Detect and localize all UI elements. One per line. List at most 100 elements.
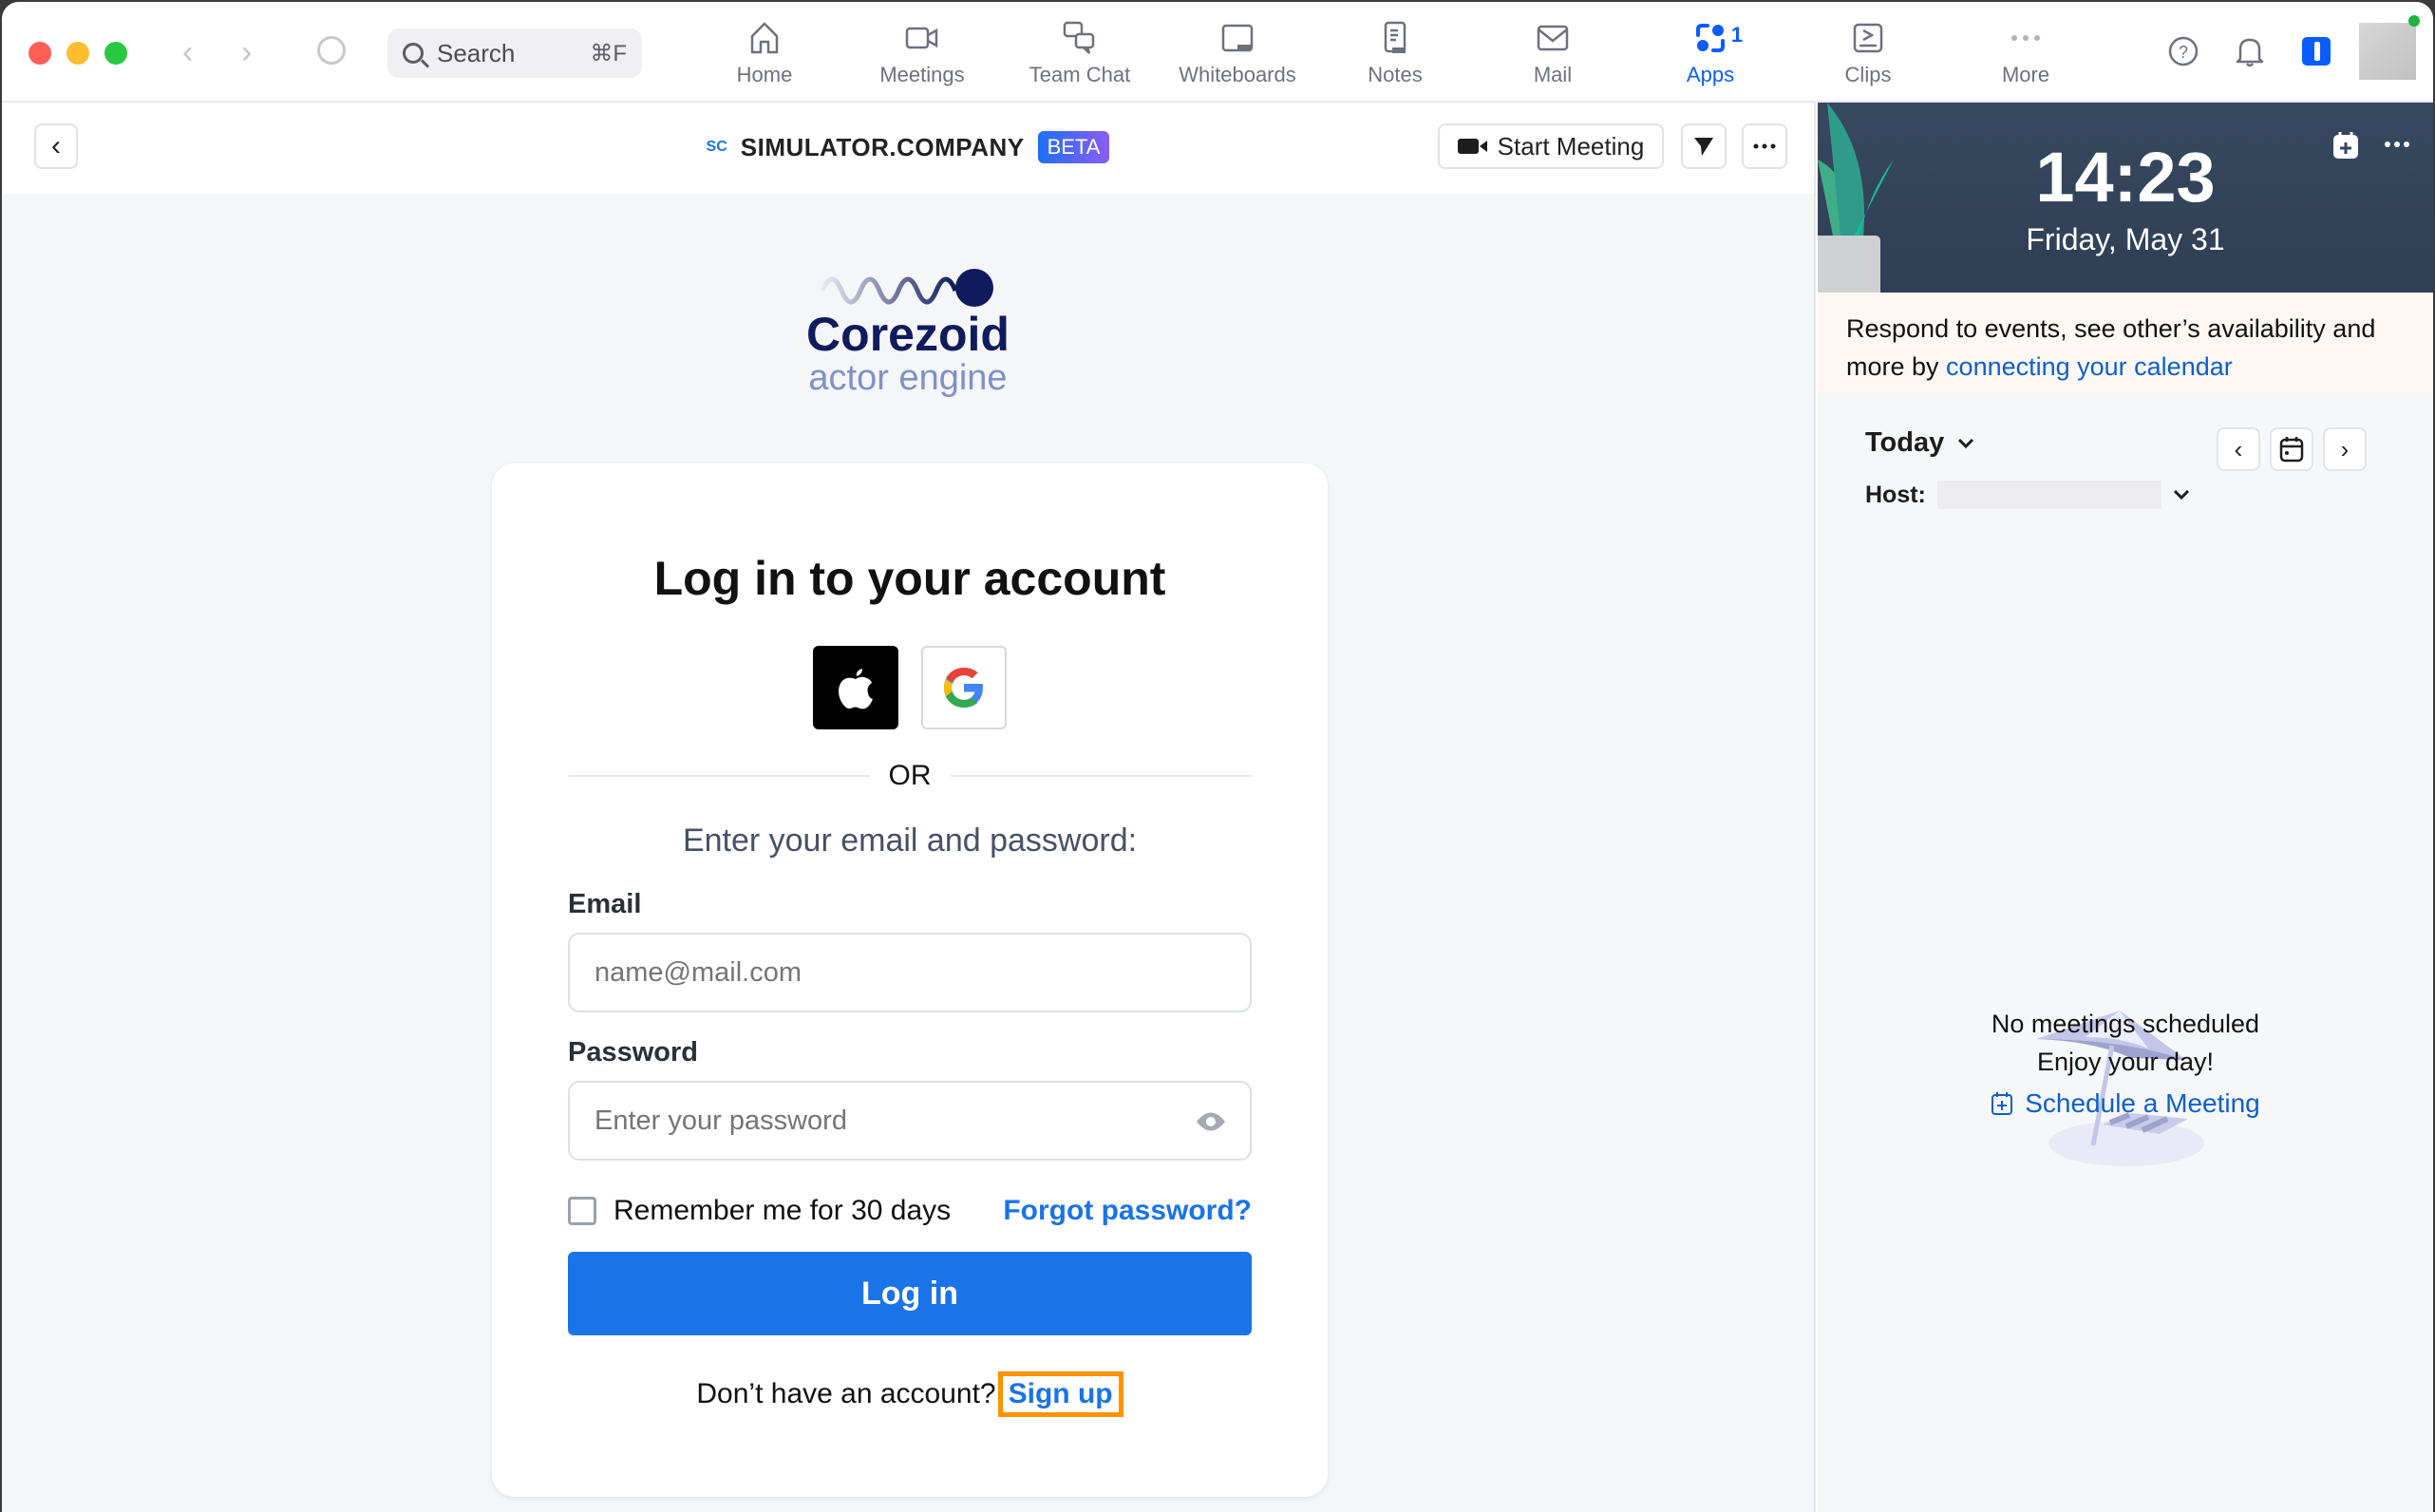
chevron-left-icon: ‹	[2234, 434, 2243, 463]
minimize-window-button[interactable]	[66, 42, 89, 65]
clips-icon	[1849, 19, 1887, 57]
sidebar-toggle-button[interactable]	[2283, 36, 2350, 66]
nav-label: Whiteboards	[1179, 63, 1296, 86]
company-name: SIMULATOR.COMPANY	[740, 132, 1025, 161]
or-label: OR	[888, 760, 932, 791]
close-window-button[interactable]	[28, 42, 51, 65]
send-arrow-icon	[1694, 138, 1713, 156]
nav-clips[interactable]: Clips	[1789, 2, 1947, 101]
svg-text:?: ?	[2179, 43, 2188, 62]
nav-label: Meetings	[879, 63, 965, 86]
nav-team-chat[interactable]: Team Chat	[1001, 2, 1159, 101]
main-nav: Home Meetings Team Chat Whiteboards Note…	[686, 2, 2105, 101]
current-date: Friday, May 31	[2026, 222, 2225, 256]
remember-me[interactable]: Remember me for 30 days	[568, 1195, 951, 1227]
calendar-navigation: ‹ ›	[2217, 427, 2367, 471]
apple-icon	[839, 669, 873, 709]
nav-notes[interactable]: Notes	[1316, 2, 1474, 101]
start-meeting-label: Start Meeting	[1497, 131, 1645, 161]
whiteboard-icon	[1218, 19, 1256, 57]
user-avatar[interactable]	[2359, 15, 2420, 80]
host-label: Host:	[1865, 481, 1926, 508]
help-icon: ?	[2168, 36, 2199, 66]
help-button[interactable]: ?	[2150, 35, 2217, 67]
empty-message: No meetings scheduled	[1991, 1010, 2260, 1038]
date-picker-button[interactable]	[2270, 427, 2313, 471]
share-button[interactable]	[1681, 123, 1727, 169]
company-initials: SC	[706, 139, 727, 155]
login-title: Log in to your account	[653, 552, 1166, 605]
sidebar-panel-icon	[2302, 37, 2331, 66]
search-field[interactable]: Search ⌘F	[387, 28, 642, 78]
remember-label: Remember me for 30 days	[613, 1195, 952, 1226]
nav-label: Mail	[1533, 63, 1573, 86]
password-field	[568, 1081, 1252, 1161]
beta-badge: BETA	[1037, 131, 1110, 163]
remember-checkbox[interactable]	[568, 1197, 596, 1225]
nav-label: Team Chat	[1029, 63, 1131, 86]
zoom-window: ‹ › Search ⌘F Home Meetings Team Chat Wh…	[2, 2, 2433, 1512]
nav-label: Clips	[1844, 63, 1892, 86]
login-subtitle: Enter your email and password:	[682, 822, 1138, 859]
nav-label: Apps	[1686, 63, 1735, 86]
more-dots-icon	[1753, 143, 1776, 149]
online-status-dot	[2408, 15, 2420, 27]
corezoid-logo: Corezoid actor engine	[2, 262, 1814, 397]
video-icon	[903, 19, 941, 57]
search-icon	[403, 43, 424, 64]
more-options-button[interactable]	[1742, 123, 1787, 169]
chevron-right-icon: ›	[2340, 434, 2350, 463]
notifications-button[interactable]	[2217, 34, 2283, 68]
nav-meetings[interactable]: Meetings	[843, 2, 1001, 101]
view-label: Today	[1865, 427, 1945, 458]
window-controls	[28, 42, 127, 65]
previous-day-button[interactable]: ‹	[2217, 427, 2260, 471]
start-meeting-button[interactable]: Start Meeting	[1438, 123, 1664, 169]
apple-login-button[interactable]	[813, 646, 898, 729]
password-input[interactable]	[570, 1083, 1178, 1159]
nav-more[interactable]: More	[1947, 2, 2105, 101]
connect-calendar-link[interactable]: connecting your calendar	[1946, 352, 2233, 381]
bell-icon	[2236, 38, 2264, 67]
host-filter[interactable]: Host:	[1865, 481, 2190, 509]
camera-icon	[1457, 139, 1487, 154]
login-card: Log in to your account OR Enter your ema…	[492, 463, 1328, 1497]
email-input[interactable]	[568, 933, 1252, 1012]
chat-icon	[1061, 19, 1099, 57]
add-calendar-icon[interactable]	[2332, 131, 2359, 160]
connect-calendar-banner: Respond to events, see other’s availabil…	[1818, 293, 2433, 393]
forward-arrow-icon[interactable]: ›	[241, 34, 252, 71]
divider-line	[950, 775, 1252, 777]
nav-apps[interactable]: 1 Apps	[1632, 2, 1789, 101]
forgot-password-link[interactable]: Forgot password?	[1003, 1195, 1252, 1227]
host-name-redacted	[1936, 481, 2161, 509]
google-icon	[944, 668, 983, 708]
nav-label: Home	[736, 63, 793, 86]
back-arrow-icon[interactable]: ‹	[182, 34, 193, 71]
or-divider: OR	[568, 760, 1252, 792]
next-day-button[interactable]: ›	[2323, 427, 2367, 471]
calendar-panel: 14:23 Friday, May 31 Respond to events, …	[1818, 103, 2433, 1512]
social-login	[492, 646, 1328, 729]
zoom-window-button[interactable]	[104, 42, 127, 65]
nav-whiteboards[interactable]: Whiteboards	[1159, 2, 1316, 101]
logo-name: Corezoid	[806, 308, 1010, 361]
show-password-eye-icon[interactable]	[1195, 1109, 1227, 1134]
nav-mail[interactable]: Mail	[1474, 2, 1632, 101]
calendar-hero: 14:23 Friday, May 31	[1818, 103, 2433, 293]
mail-icon	[1534, 19, 1572, 57]
schedule-meeting-link[interactable]: Schedule a Meeting	[1991, 1088, 2260, 1119]
nav-label: Notes	[1368, 63, 1423, 86]
nav-home[interactable]: Home	[686, 2, 843, 101]
login-button[interactable]: Log in	[568, 1252, 1252, 1335]
more-dots-icon[interactable]	[2384, 141, 2410, 148]
top-right-controls: ?	[2150, 2, 2433, 101]
logo-wave-icon	[820, 269, 993, 307]
signup-link[interactable]: Sign up	[997, 1371, 1123, 1417]
divider-line	[568, 775, 870, 777]
calendar-icon	[2279, 437, 2304, 463]
apps-badge: 1	[1730, 23, 1744, 47]
history-icon[interactable]	[317, 36, 346, 65]
view-dropdown[interactable]: Today	[1865, 427, 1974, 459]
google-login-button[interactable]	[921, 646, 1007, 729]
